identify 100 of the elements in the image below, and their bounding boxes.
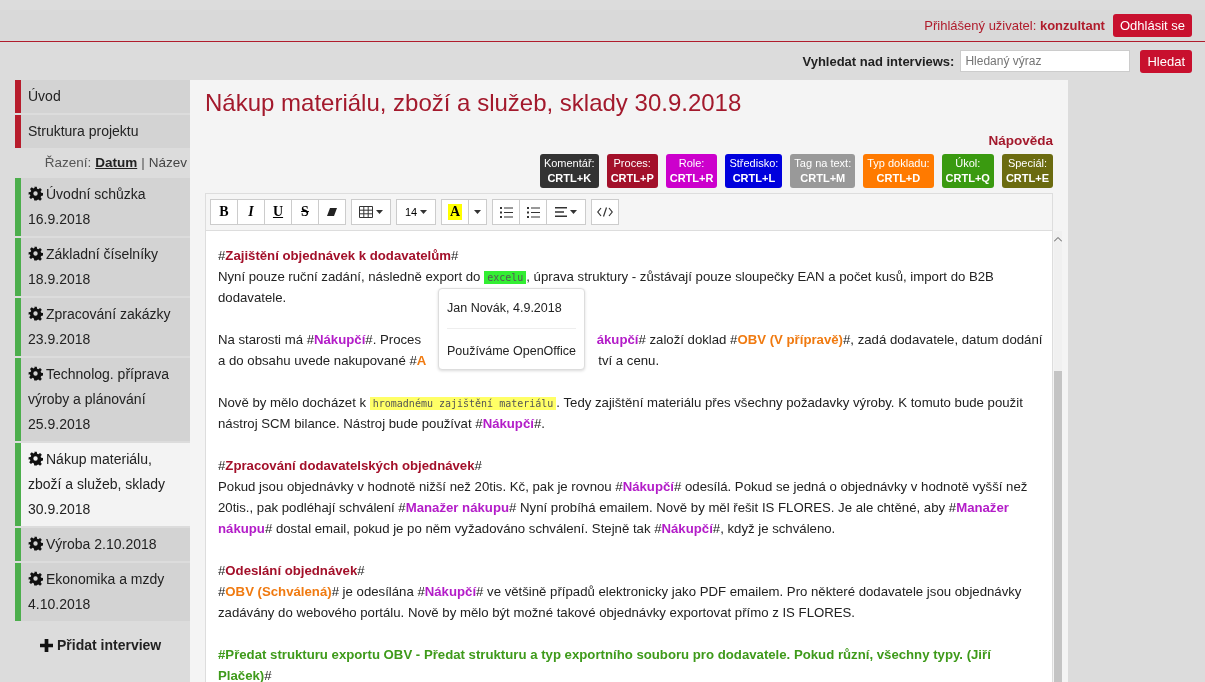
role-tag: Nákupčí [661, 521, 713, 536]
table-icon [359, 206, 373, 218]
interview-item[interactable]: Zpracování zakázky 23.9.2018 [15, 298, 190, 356]
text: # [474, 458, 482, 473]
text: nástroj SCM bilance. Nástroj bude používat # [218, 416, 483, 431]
text: a do obsahu uvede nakupované # [218, 353, 417, 368]
comment-author: Jan Novák, 4.9.2018 [447, 294, 576, 329]
comment-text: Používáme OpenOffice [447, 343, 576, 360]
search-label: Vyhledat nad interviews: [802, 53, 955, 69]
text: #, když je schváleno. [712, 521, 836, 536]
gear-icon [28, 451, 43, 466]
sidebar-item[interactable]: Úvod [15, 80, 190, 113]
table-button[interactable] [351, 199, 391, 225]
role-tag: Nákupčí [314, 332, 366, 347]
sort-option[interactable]: Název [148, 155, 187, 170]
shortcut-badge[interactable]: Role: CRTL+R [665, 154, 718, 188]
sort-option[interactable]: Datum [95, 155, 138, 170]
text: # [357, 563, 365, 578]
logged-user-label: Přihlášený uživatel: konzultant [924, 18, 1105, 33]
sidebar-item[interactable]: Struktura projektu [15, 115, 190, 148]
strikethrough-button[interactable]: S [291, 199, 319, 225]
interview-item[interactable]: Technolog. příprava výroby a plánování 25.9.2018 [15, 358, 190, 441]
caret-icon [570, 209, 577, 215]
highlighted-code: hromadnému zajištění materiálu [369, 397, 557, 410]
scrollbar[interactable] [1054, 231, 1063, 682]
role-tag: Nákupčí [482, 416, 534, 431]
process-tag: Zpracování dodavatelských objednávek [225, 458, 475, 473]
gear-icon [28, 246, 43, 261]
gear-icon [28, 306, 43, 321]
code-view-button[interactable] [591, 199, 619, 225]
text: #. Proces [365, 332, 423, 347]
numbered-list-icon [526, 206, 540, 218]
align-dropdown[interactable] [546, 199, 586, 225]
text: Nově by mělo docházet k [218, 395, 368, 410]
text: dodavatele. [218, 290, 287, 305]
text: # [451, 248, 459, 263]
text: # [218, 248, 226, 263]
shortcut-badge[interactable]: Proces: CRTL+P [606, 154, 658, 188]
font-size-dropdown[interactable]: 14 [396, 199, 436, 225]
text: Pokud jsou objednávky v hodnotě nižší než 20tis. Kč, pak je rovnou # [218, 479, 623, 494]
role-tag: Nákupčí [622, 479, 674, 494]
gear-icon [28, 536, 43, 551]
text: # Nyní probíhá emailem. Nově by měl řešit IS FLORES. Je ale chtěné, aby # [509, 500, 957, 515]
text: # ve většině případů elektronicky jako PDF emailem. Pro některé dodavatele jsou objednávky [476, 584, 1022, 599]
text: # [218, 584, 226, 599]
text: # odesílá. Pokud se jedná o objednávky v hodnotě vyšší než [674, 479, 1028, 494]
caret-icon [376, 209, 383, 215]
text: Na starosti má # [218, 332, 314, 347]
text: # [218, 563, 226, 578]
shortcut-badge[interactable]: Úkol: CRTL+Q [941, 154, 994, 188]
search-button[interactable]: Hledat [1140, 49, 1192, 73]
interview-item[interactable]: Úvodní schůzka 16.9.2018 [15, 178, 190, 236]
document-tag: OBV (V přípravě) [737, 332, 843, 347]
search-field[interactable]: Hledaný výraz [960, 50, 1131, 72]
process-tag: Odeslání objednávek [225, 563, 358, 578]
text: , úprava struktury - zůstávají pouze sloupečky EAN a počet kusů, import do B2B [526, 269, 994, 284]
gear-icon [28, 366, 43, 381]
interview-item[interactable]: Nákup materiálu, zboží a služeb, sklady 30.9.2018 [15, 443, 190, 526]
shortcut-badge[interactable]: Komentář: CRTL+K [539, 154, 599, 188]
caret-icon [474, 209, 481, 215]
italic-button[interactable]: I [237, 199, 265, 225]
shortcut-badge[interactable]: Středisko: CRTL+L [725, 154, 783, 188]
interview-item[interactable]: Základní číselníky 18.9.2018 [15, 238, 190, 296]
logout-button[interactable]: Odhlásit se [1112, 14, 1192, 37]
interview-item[interactable]: Výroba 2.10.2018 [15, 528, 190, 561]
text: . Tedy zajištění materiálu přes všechny požadavky výroby. K tomuto bude použit [556, 395, 1023, 410]
highlighted-code: excelu [484, 271, 527, 284]
eraser-icon [327, 207, 337, 217]
bold-button[interactable]: B [210, 199, 238, 225]
help-link[interactable]: Nápověda [988, 133, 1053, 148]
shortcut-badge[interactable]: Speciál: CRTL+E [1001, 154, 1053, 188]
code-icon [597, 207, 613, 217]
gear-icon [28, 186, 43, 201]
underline-button[interactable]: U [264, 199, 292, 225]
text: # [218, 458, 226, 473]
text: #, zadá dodavatele, datum dodání [843, 332, 1043, 347]
role-tag: Manažer [956, 500, 1009, 515]
special-tag: #Předat strukturu exportu OBV - Předat strukturu a typ exportního souboru pro dodavatele. Pokud různí, všechny typy. (Jiří [218, 647, 991, 662]
caret-icon [420, 209, 428, 215]
eraser-button[interactable] [318, 199, 346, 225]
highlight-dropdown[interactable] [468, 199, 487, 225]
document-tag: A [416, 353, 427, 368]
interview-item[interactable]: Ekonomika a mzdy 4.10.2018 [15, 563, 190, 621]
bullet-list-button[interactable] [492, 199, 520, 225]
role-tag: ákupčí [596, 332, 639, 347]
add-interview-link[interactable]: Přidat interview [57, 637, 162, 653]
plus-icon [40, 638, 53, 652]
page-title: Nákup materiálu, zboží a služeb, sklady 30.9.2018 [205, 88, 743, 117]
separator: | [141, 155, 145, 170]
text: # dostal email, pokud je po něm vyžadováno schválení. Stejně tak # [264, 521, 662, 536]
highlight-button[interactable]: A [441, 199, 469, 225]
text: 20tis., pak podléhají schválení # [218, 500, 406, 515]
sort-label: Řazení: [44, 155, 92, 170]
special-tag: Plaček) [218, 668, 265, 682]
text: tví a cenu. [598, 353, 660, 368]
role-tag: nákupu [218, 521, 265, 536]
text: zadávány do webového portálu. Nově by mělo být možné takové objednávky exportovat přímo z IS FLORES. [218, 605, 855, 620]
text: # je odesílána # [331, 584, 425, 599]
numbered-list-button[interactable] [519, 199, 547, 225]
text: # [264, 668, 272, 682]
